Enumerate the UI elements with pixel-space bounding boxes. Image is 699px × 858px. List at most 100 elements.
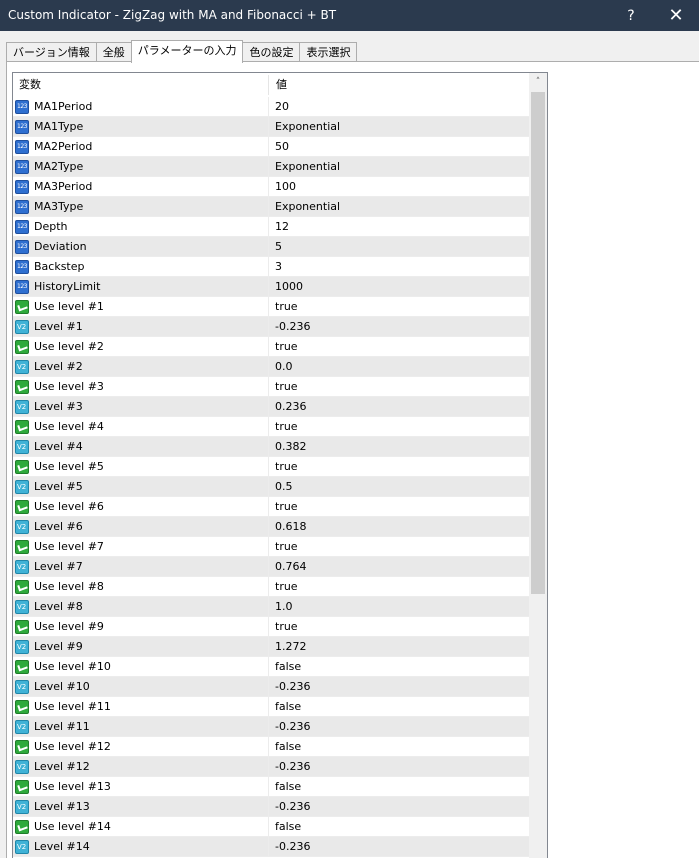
bool-icon	[15, 380, 29, 394]
parameter-value[interactable]: true	[275, 577, 298, 597]
grid-header: 変数 値	[13, 73, 529, 97]
table-row[interactable]: Use level #3 true	[13, 377, 529, 397]
parameter-value[interactable]: -0.236	[275, 317, 310, 337]
parameter-value[interactable]: 0.764	[275, 557, 307, 577]
parameter-value[interactable]: 0.618	[275, 517, 307, 537]
parameter-value[interactable]: 0.0	[275, 357, 293, 377]
column-divider	[268, 197, 269, 217]
table-row[interactable]: Level #9 1.272	[13, 637, 529, 657]
parameter-value[interactable]: -0.236	[275, 677, 310, 697]
parameter-value[interactable]: 20	[275, 97, 289, 117]
close-button[interactable]: ✕	[653, 0, 699, 31]
table-row[interactable]: Level #5 0.5	[13, 477, 529, 497]
table-row[interactable]: MA1Type Exponential	[13, 117, 529, 137]
table-row[interactable]: Level #4 0.382	[13, 437, 529, 457]
tab-color-settings[interactable]: 色の設定	[242, 42, 301, 63]
table-row[interactable]: Use level #1 true	[13, 297, 529, 317]
table-row[interactable]: Use level #2 true	[13, 337, 529, 357]
parameter-value[interactable]: false	[275, 777, 301, 797]
parameter-value[interactable]: -0.236	[275, 757, 310, 777]
table-row[interactable]: Use level #5 true	[13, 457, 529, 477]
tab-general[interactable]: 全般	[95, 42, 132, 63]
parameter-value[interactable]: 0.5	[275, 477, 293, 497]
table-row[interactable]: MA1Period 20	[13, 97, 529, 117]
table-row[interactable]: Use level #4 true	[13, 417, 529, 437]
parameter-value[interactable]: true	[275, 457, 298, 477]
parameter-value[interactable]: 100	[275, 177, 296, 197]
column-divider	[268, 817, 269, 837]
column-divider	[268, 337, 269, 357]
column-header-value[interactable]: 値	[276, 73, 287, 97]
table-row[interactable]: MA3Type Exponential	[13, 197, 529, 217]
parameter-name: Use level #5	[34, 460, 104, 473]
table-row[interactable]: MA2Period 50	[13, 137, 529, 157]
parameter-value[interactable]: true	[275, 337, 298, 357]
table-row[interactable]: Level #2 0.0	[13, 357, 529, 377]
parameter-value[interactable]: 0.382	[275, 437, 307, 457]
parameter-value[interactable]: true	[275, 497, 298, 517]
parameter-value[interactable]: 0.236	[275, 397, 307, 417]
parameter-value[interactable]: 1000	[275, 277, 303, 297]
parameter-value[interactable]: false	[275, 737, 301, 757]
table-row[interactable]: Use level #10 false	[13, 657, 529, 677]
tab-display-selection[interactable]: 表示選択	[299, 42, 358, 63]
parameter-value[interactable]: Exponential	[275, 197, 340, 217]
parameter-value[interactable]: -0.236	[275, 717, 310, 737]
parameter-value[interactable]: true	[275, 297, 298, 317]
parameter-value[interactable]: Exponential	[275, 157, 340, 177]
column-divider	[268, 217, 269, 237]
table-row[interactable]: Level #1 -0.236	[13, 317, 529, 337]
parameter-value[interactable]: true	[275, 377, 298, 397]
table-row[interactable]: Level #11 -0.236	[13, 717, 529, 737]
table-row[interactable]: Level #10 -0.236	[13, 677, 529, 697]
parameter-value[interactable]: true	[275, 537, 298, 557]
parameter-value[interactable]: 1.0	[275, 597, 293, 617]
table-row[interactable]: Level #7 0.764	[13, 557, 529, 577]
tab-input-parameters[interactable]: パラメーターの入力	[130, 40, 244, 63]
table-row[interactable]: Use level #9 true	[13, 617, 529, 637]
parameter-value[interactable]: 5	[275, 237, 282, 257]
table-row[interactable]: Level #14 -0.236	[13, 837, 529, 857]
table-row[interactable]: Depth 12	[13, 217, 529, 237]
parameter-value[interactable]: 50	[275, 137, 289, 157]
parameter-value[interactable]: -0.236	[275, 797, 310, 817]
parameter-value[interactable]: false	[275, 817, 301, 837]
parameter-value[interactable]: 1.272	[275, 637, 307, 657]
parameter-name: Use level #12	[34, 740, 111, 753]
parameter-value[interactable]: 12	[275, 217, 289, 237]
table-row[interactable]: Use level #12 false	[13, 737, 529, 757]
tab-version-info[interactable]: バージョン情報	[6, 42, 97, 63]
table-row[interactable]: Use level #13 false	[13, 777, 529, 797]
column-divider[interactable]	[268, 75, 269, 95]
column-divider	[268, 757, 269, 777]
table-row[interactable]: Level #3 0.236	[13, 397, 529, 417]
parameter-value[interactable]: 3	[275, 257, 282, 277]
help-button[interactable]: ?	[608, 0, 654, 31]
table-row[interactable]: Use level #14 false	[13, 817, 529, 837]
parameter-value[interactable]: Exponential	[275, 117, 340, 137]
parameter-value[interactable]: false	[275, 697, 301, 717]
table-row[interactable]: MA2Type Exponential	[13, 157, 529, 177]
scroll-up-arrow-icon[interactable]: ˄	[529, 73, 547, 91]
number-icon	[15, 100, 29, 114]
scrollbar-thumb[interactable]	[531, 92, 545, 594]
table-row[interactable]: Use level #6 true	[13, 497, 529, 517]
column-header-variable[interactable]: 変数	[19, 73, 41, 97]
table-row[interactable]: Deviation 5	[13, 237, 529, 257]
parameter-value[interactable]: true	[275, 417, 298, 437]
parameter-value[interactable]: true	[275, 617, 298, 637]
table-row[interactable]: Backstep 3	[13, 257, 529, 277]
table-row[interactable]: Level #12 -0.236	[13, 757, 529, 777]
table-row[interactable]: Use level #8 true	[13, 577, 529, 597]
table-row[interactable]: Level #6 0.618	[13, 517, 529, 537]
parameter-value[interactable]: false	[275, 657, 301, 677]
table-row[interactable]: HistoryLimit 1000	[13, 277, 529, 297]
table-row[interactable]: Use level #7 true	[13, 537, 529, 557]
table-row[interactable]: Level #13 -0.236	[13, 797, 529, 817]
table-row[interactable]: Level #8 1.0	[13, 597, 529, 617]
parameter-value[interactable]: -0.236	[275, 837, 310, 857]
table-row[interactable]: Use level #11 false	[13, 697, 529, 717]
vertical-scrollbar[interactable]: ˄	[529, 73, 547, 858]
parameter-name: Use level #1	[34, 300, 104, 313]
table-row[interactable]: MA3Period 100	[13, 177, 529, 197]
